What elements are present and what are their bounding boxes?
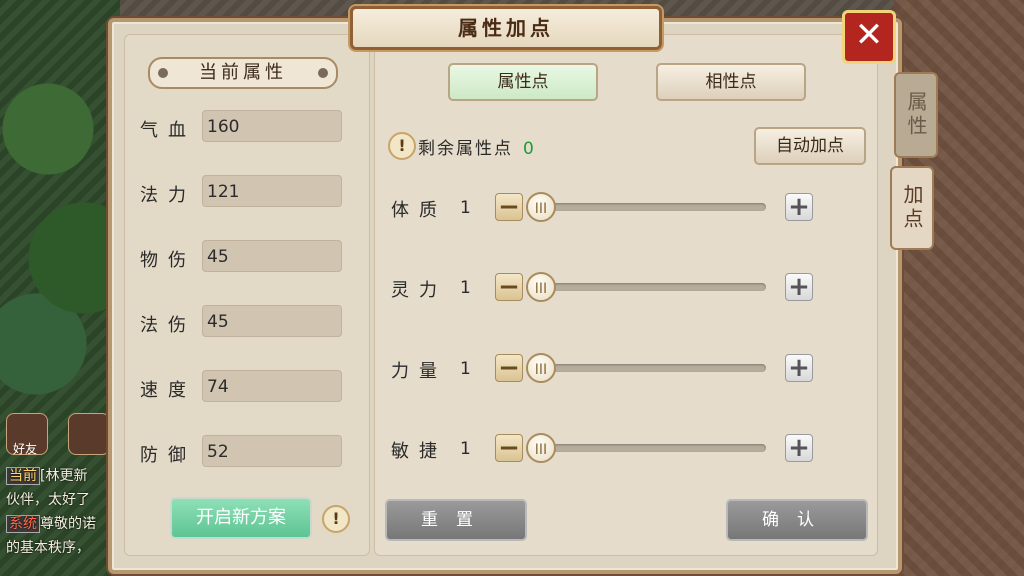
chat-channel-tag: 系统 xyxy=(6,515,40,533)
stat-value-physical-damage: 45 xyxy=(202,240,342,272)
chat-line: 的基本秩序， xyxy=(6,537,90,557)
stat-value-mp: 121 xyxy=(202,175,342,207)
chat-text: 的基本秩序， xyxy=(6,540,90,556)
tab-add-points-label: 加点 xyxy=(900,184,924,232)
window-title-bar: 属性加点 xyxy=(350,6,662,50)
stat-value-defense: 52 xyxy=(202,435,342,467)
remaining-points-value: 0 xyxy=(523,139,536,159)
attribute-slider-handle[interactable]: III xyxy=(526,433,556,463)
attribute-label: 体质 xyxy=(391,200,447,221)
info-icon[interactable]: ! xyxy=(322,505,350,533)
chat-bubble-icon[interactable] xyxy=(68,413,110,455)
warning-icon-glyph: ! xyxy=(398,136,406,155)
attribute-slider-handle[interactable]: III xyxy=(526,272,556,302)
attribute-slider-handle[interactable]: III xyxy=(526,192,556,222)
reset-button[interactable]: 重置 xyxy=(385,499,527,541)
attribute-label: 灵力 xyxy=(391,280,447,301)
close-icon: ✕ xyxy=(854,15,884,55)
ornament-dot xyxy=(158,68,168,78)
chat-line: 当前 [林更新 xyxy=(6,465,87,485)
friends-icon[interactable]: 好友 xyxy=(6,413,48,456)
attribute-value: 1 xyxy=(460,278,471,298)
attribute-slider-track[interactable] xyxy=(528,283,766,291)
new-plan-button[interactable]: 开启新方案 xyxy=(170,497,312,539)
chat-line: 系统 尊敬的诺 xyxy=(6,513,96,533)
tab-attributes-label: 属性 xyxy=(904,91,928,139)
stat-value-hp: 160 xyxy=(202,110,342,142)
chat-text: 伙伴，太好了 xyxy=(6,492,90,508)
chat-overlay[interactable]: 好友 当前 [林更新 伙伴，太好了 系统 尊敬的诺 的基本秩序， xyxy=(0,405,125,576)
increase-button[interactable]: + xyxy=(785,354,813,382)
attribute-value: 1 xyxy=(460,439,471,459)
section-title-text: 当前属性 xyxy=(199,62,287,83)
chat-text: 尊敬的诺 xyxy=(40,516,96,532)
auto-allocate-button[interactable]: 自动加点 xyxy=(754,127,866,165)
close-button[interactable]: ✕ xyxy=(842,10,896,64)
attribute-label: 敏捷 xyxy=(391,441,447,462)
attribute-slider-handle[interactable]: III xyxy=(526,353,556,383)
confirm-button[interactable]: 确认 xyxy=(726,499,868,541)
chat-line: 伙伴，太好了 xyxy=(6,489,90,509)
stat-value-magic-damage: 45 xyxy=(202,305,342,337)
remaining-points-label: 剩余属性点 xyxy=(418,139,513,159)
friends-label: 好友 xyxy=(13,442,38,456)
increase-button[interactable]: + xyxy=(785,434,813,462)
increase-button[interactable]: + xyxy=(785,193,813,221)
tab-affinity-points[interactable]: 相性点 xyxy=(656,63,806,101)
attribute-slider-track[interactable] xyxy=(528,203,766,211)
decrease-button[interactable]: − xyxy=(495,273,523,301)
stat-label: 速度 xyxy=(140,380,196,401)
warning-icon: ! xyxy=(388,132,416,160)
remaining-points: 剩余属性点 0 xyxy=(418,134,536,159)
window-title: 属性加点 xyxy=(458,16,554,40)
stat-label: 物伤 xyxy=(140,250,196,271)
chat-text: [林更新 xyxy=(40,468,88,484)
attribute-slider-track[interactable] xyxy=(528,364,766,372)
tree-scenery xyxy=(0,0,120,430)
stat-label: 法伤 xyxy=(140,315,196,336)
attribute-label: 力量 xyxy=(391,361,447,382)
tab-attribute-points[interactable]: 属性点 xyxy=(448,63,598,101)
attribute-value: 1 xyxy=(460,359,471,379)
decrease-button[interactable]: − xyxy=(495,354,523,382)
stat-label: 防御 xyxy=(140,445,196,466)
stat-label: 法力 xyxy=(140,185,196,206)
current-stats-title: 当前属性 xyxy=(148,57,338,89)
chat-channel-tag: 当前 xyxy=(6,467,40,485)
info-icon-glyph: ! xyxy=(332,509,340,528)
stat-label: 气血 xyxy=(140,120,196,141)
increase-button[interactable]: + xyxy=(785,273,813,301)
ornament-dot xyxy=(318,68,328,78)
decrease-button[interactable]: − xyxy=(495,193,523,221)
attribute-slider-track[interactable] xyxy=(528,444,766,452)
stat-value-speed: 74 xyxy=(202,370,342,402)
tab-add-points[interactable]: 加点 xyxy=(890,166,934,250)
attribute-value: 1 xyxy=(460,198,471,218)
tab-attributes[interactable]: 属性 xyxy=(894,72,938,158)
decrease-button[interactable]: − xyxy=(495,434,523,462)
